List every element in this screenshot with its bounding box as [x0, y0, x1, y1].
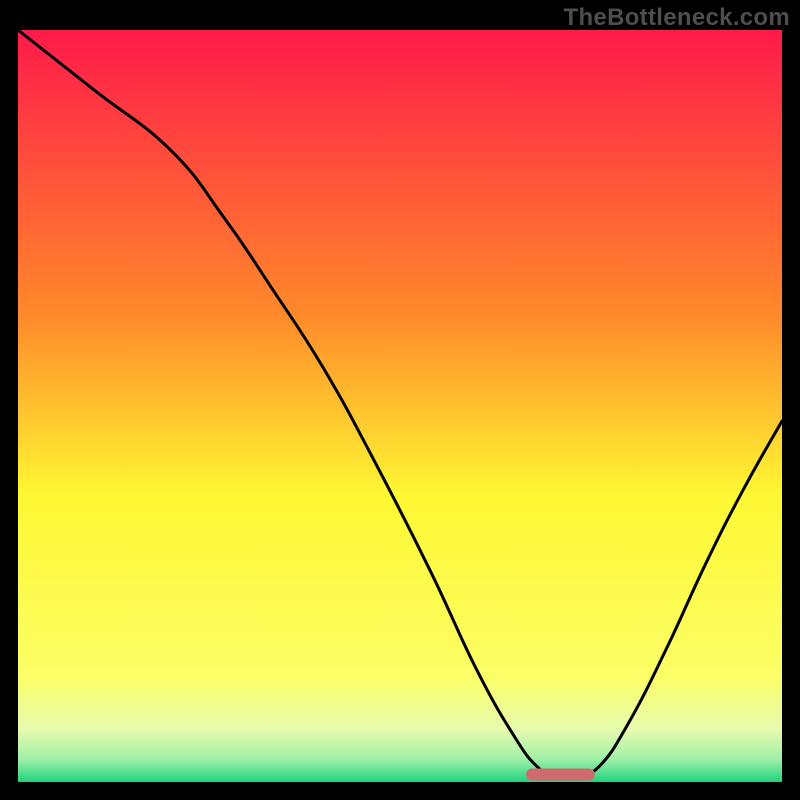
watermark-text: TheBottleneck.com — [564, 4, 790, 32]
gradient-background — [18, 30, 782, 782]
bottleneck-chart — [18, 30, 782, 782]
chart-frame: TheBottleneck.com — [0, 0, 800, 800]
optimal-range-marker — [526, 768, 595, 780]
plot-area — [18, 30, 782, 782]
